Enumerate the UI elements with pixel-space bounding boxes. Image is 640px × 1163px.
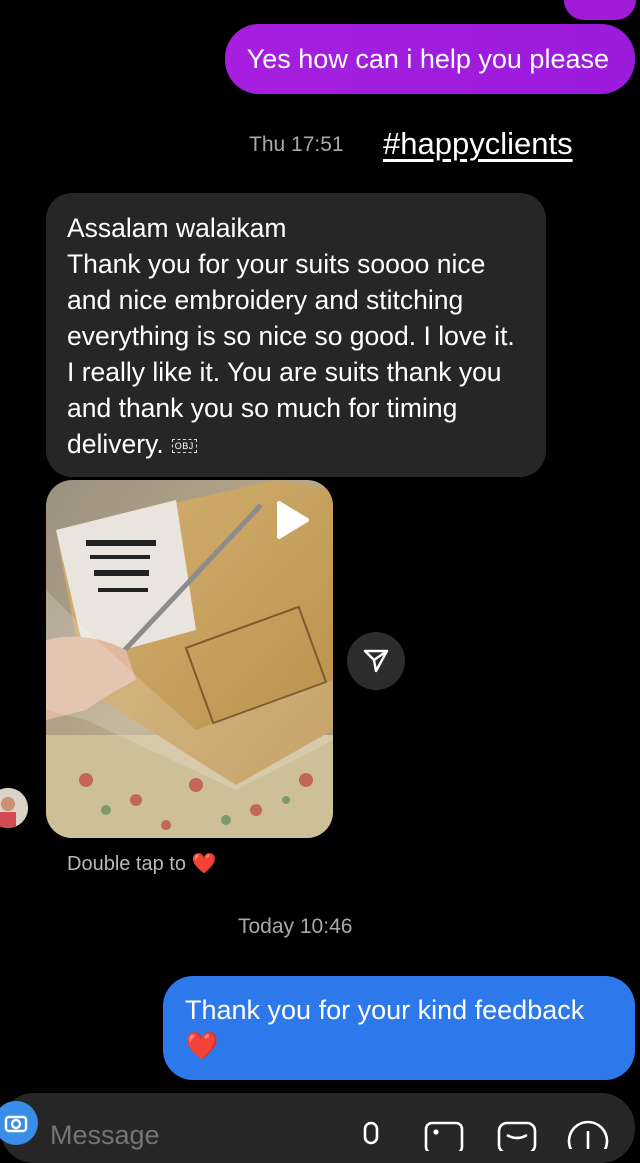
gallery-icon[interactable] <box>424 1121 464 1151</box>
previous-message-bubble <box>564 0 636 20</box>
object-placeholder: OBJ <box>171 439 197 453</box>
outgoing-message[interactable]: Yes how can i help you please <box>224 24 635 94</box>
message-composer <box>0 1093 635 1163</box>
timestamp: Today 10:46 <box>238 915 353 938</box>
double-tap-hint: Double tap to ❤️ <box>67 853 217 875</box>
outgoing-message-text: Yes how can i help you please <box>246 43 609 74</box>
heart-emoji: ❤️ <box>185 1031 219 1061</box>
camera-button[interactable] <box>0 1101 38 1145</box>
mic-icon[interactable] <box>356 1121 386 1151</box>
share-icon <box>363 649 389 673</box>
sticker-icon[interactable] <box>497 1121 537 1151</box>
avatar[interactable] <box>0 788 28 828</box>
share-button[interactable] <box>347 632 405 690</box>
video-message[interactable] <box>46 480 333 838</box>
message-input[interactable] <box>50 1115 280 1155</box>
outgoing-message-text: Thank you for your kind feedback <box>185 995 585 1025</box>
outgoing-message[interactable]: Thank you for your kind feedback ❤️ <box>163 976 635 1080</box>
plus-icon[interactable] <box>566 1119 610 1149</box>
incoming-message-text: Assalam walaikam Thank you for your suit… <box>67 213 515 459</box>
play-icon[interactable] <box>276 500 310 540</box>
timestamp: Thu 17:51 <box>249 133 344 156</box>
hashtag-overlay: #happyclients <box>383 126 573 161</box>
profile-picture <box>0 788 28 828</box>
heart-icon: ❤️ <box>191 853 217 875</box>
camera-icon <box>4 1115 28 1133</box>
incoming-message[interactable]: Assalam walaikam Thank you for your suit… <box>46 193 546 477</box>
